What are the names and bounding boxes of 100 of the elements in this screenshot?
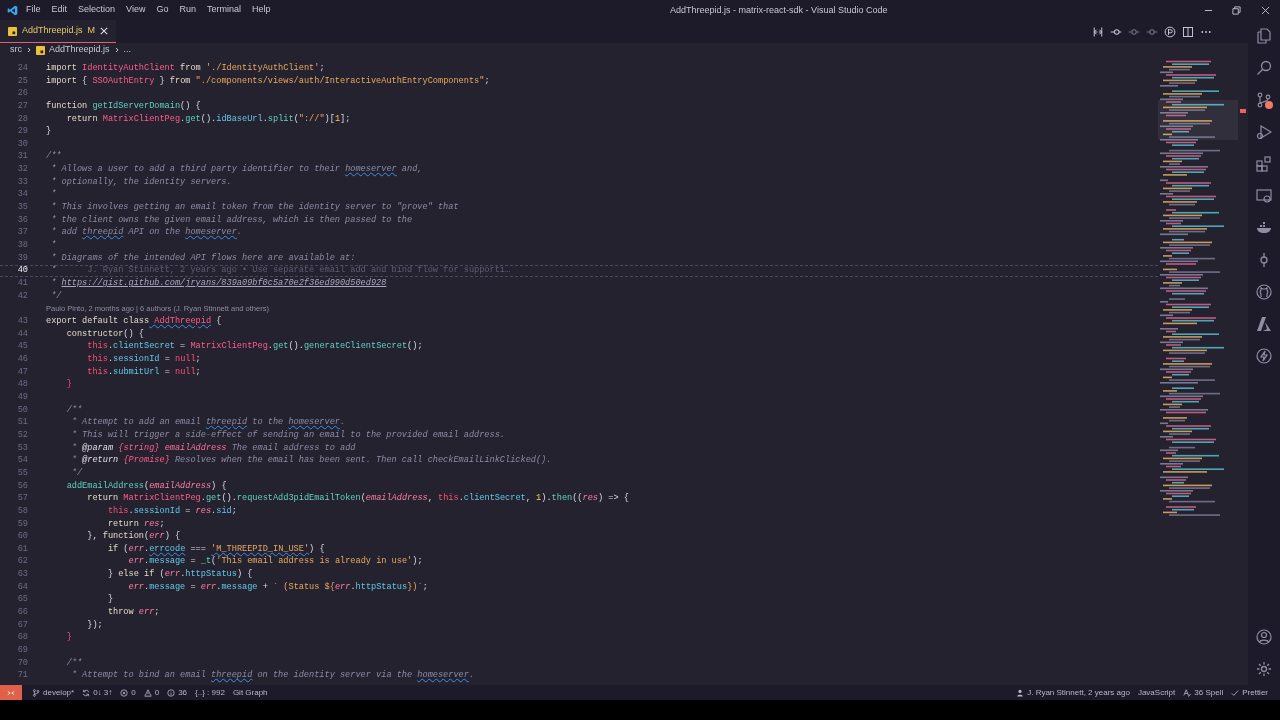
line-number: 35 bbox=[16, 201, 28, 214]
sync-icon bbox=[82, 688, 91, 697]
menu-item[interactable]: Run bbox=[179, 3, 196, 17]
status-item[interactable]: develop* bbox=[43, 686, 75, 699]
person-icon bbox=[1016, 688, 1025, 697]
code-line: this.clientSecret = MatrixClientPeg.get().generateClientSecret(); bbox=[86, 340, 423, 354]
info-icon bbox=[167, 688, 176, 697]
line-number: 49 bbox=[16, 390, 28, 404]
line-number: 33 bbox=[16, 175, 28, 189]
code-line: function getIdServerDomain() { bbox=[46, 99, 201, 113]
lightning-icon[interactable] bbox=[1256, 348, 1272, 364]
status-item[interactable]: 0↓ 3↑ bbox=[93, 686, 113, 699]
line-number: 58 bbox=[16, 504, 28, 518]
window-title: AddThreepid.js - matrix-react-sdk - Visual Studio Code bbox=[670, 4, 888, 17]
code-line: /** bbox=[65, 403, 83, 417]
status-item[interactable]: JavaScript bbox=[1137, 686, 1176, 699]
line-number: 27 bbox=[16, 99, 28, 113]
run-debug-icon[interactable] bbox=[1256, 124, 1272, 140]
status-item[interactable]: 0 bbox=[131, 686, 136, 699]
code-line: * Attempt to bind an email threepid on the identity server via the homeserver. bbox=[70, 669, 475, 683]
compare-icon[interactable] bbox=[1092, 25, 1104, 38]
editor-tab[interactable]: AddThreepid.js M bbox=[0, 20, 117, 43]
menu-item[interactable]: Go bbox=[156, 3, 169, 17]
close-icon bbox=[1260, 5, 1270, 15]
line-number: 41 bbox=[16, 277, 28, 290]
line-number: 68 bbox=[16, 631, 28, 645]
line-number: 63 bbox=[16, 568, 28, 582]
extensions-icon[interactable] bbox=[1256, 156, 1272, 172]
status-item[interactable]: Prettier bbox=[1242, 686, 1268, 699]
code-line: return res; bbox=[106, 517, 165, 531]
line-number: 52 bbox=[16, 428, 28, 442]
code-line: /** bbox=[65, 656, 83, 670]
line-number: 62 bbox=[16, 555, 28, 569]
status-item[interactable]: Git Graph bbox=[232, 686, 268, 699]
line-number: 42 bbox=[16, 289, 28, 303]
chevron-icon bbox=[26, 47, 32, 53]
menu-item[interactable]: Help bbox=[251, 3, 271, 17]
menu-item[interactable]: View bbox=[126, 3, 146, 17]
code-line: * the client owns the given email address, which is then passed to the bbox=[50, 213, 413, 227]
status-item[interactable]: {..} : 992 bbox=[195, 686, 225, 699]
branch-icon bbox=[32, 688, 40, 697]
code-line: err.message = err.message + ` (Status ${err.httpStatus})`; bbox=[127, 580, 428, 594]
monitor-icon[interactable] bbox=[1256, 188, 1272, 204]
line-number: 65 bbox=[16, 593, 28, 607]
line-number: 57 bbox=[16, 492, 28, 506]
line-number: 45 bbox=[16, 340, 28, 354]
breadcrumb-item[interactable]: ... bbox=[123, 43, 132, 57]
status-item[interactable]: 36 bbox=[178, 686, 188, 699]
error-icon bbox=[120, 688, 129, 697]
menu-item[interactable]: Edit bbox=[51, 3, 68, 17]
line-number: 64 bbox=[16, 580, 28, 594]
line-number: 71 bbox=[16, 669, 28, 683]
line-number: 48 bbox=[16, 378, 28, 392]
source-control-icon[interactable] bbox=[1256, 92, 1272, 108]
app-logo-icon bbox=[7, 4, 18, 16]
line-number: 34 bbox=[16, 188, 28, 202]
close-icon[interactable] bbox=[100, 27, 109, 35]
status-item[interactable]: J. Ryan Stinnett, 2 years ago bbox=[1027, 686, 1130, 699]
line-number: 51 bbox=[16, 416, 28, 430]
code-line: }); bbox=[86, 618, 103, 632]
code-line: addEmailAddress(emailAddress) { bbox=[65, 479, 227, 493]
triangle-logo-icon[interactable] bbox=[1256, 316, 1272, 332]
code-line: this.sessionId = res.sid; bbox=[106, 504, 237, 518]
check-icon bbox=[1231, 688, 1240, 697]
code-line: */ bbox=[50, 289, 62, 303]
code-line: this.submitUrl = null; bbox=[86, 365, 201, 379]
code-line: /** bbox=[46, 150, 62, 164]
code-line: } bbox=[46, 125, 52, 139]
line-number: 40 bbox=[16, 264, 28, 278]
breadcrumb-item[interactable]: src bbox=[10, 43, 22, 57]
code-line: * https://gist.github.com/jryans/839a09bf0c5a70e2f36ed990d50ed928 bbox=[50, 277, 387, 290]
status-item[interactable]: 36 Spell bbox=[1194, 686, 1224, 699]
files-icon[interactable] bbox=[1256, 28, 1272, 44]
split-editor-icon[interactable] bbox=[1182, 25, 1194, 38]
status-item[interactable]: 0 bbox=[154, 686, 160, 699]
search-icon[interactable] bbox=[1256, 60, 1272, 76]
settings-icon[interactable] bbox=[1256, 661, 1272, 677]
menu-item[interactable]: File bbox=[26, 3, 41, 17]
line-number: 56 bbox=[16, 479, 28, 493]
line-number: 29 bbox=[16, 125, 28, 139]
code-line: import { SSOAuthEntry } from "./components/views/auth/InteractiveAuthEntryComponents"; bbox=[46, 74, 490, 88]
scrollbar-thumb[interactable] bbox=[1240, 109, 1246, 113]
minimap-drawing[interactable] bbox=[1158, 58, 1238, 518]
code-line: * Attempt to add an email threepid to the homeserver. bbox=[70, 416, 346, 430]
menu-item[interactable]: Selection bbox=[78, 3, 116, 17]
code-line: * add threepid API on the homeserver. bbox=[50, 226, 242, 240]
code-line: * @return {Promise} Resolves when the email has been sent. Then call checkEmailLinkClicked(). bbox=[70, 454, 552, 468]
tab-label: AddThreepid.js bbox=[22, 24, 83, 38]
breadcrumb-item[interactable]: AddThreepid.js bbox=[49, 43, 110, 57]
code-line: * bbox=[50, 239, 57, 252]
code-line: export default class AddThreepid { bbox=[46, 315, 222, 328]
menu-item[interactable]: Terminal bbox=[206, 3, 241, 17]
line-number: 67 bbox=[16, 618, 28, 632]
line-number: 59 bbox=[16, 517, 28, 531]
account-icon[interactable] bbox=[1256, 629, 1272, 645]
code-line: * optionally, the identity servers. bbox=[50, 175, 232, 189]
code-line: * This involves getting an email token from the identity server to "prove" that bbox=[50, 201, 459, 214]
line-number: 53 bbox=[16, 441, 28, 455]
line-number: 38 bbox=[16, 239, 28, 252]
code-line: * This will trigger a side-effect of sending an email to the provided email address. bbox=[70, 428, 505, 442]
